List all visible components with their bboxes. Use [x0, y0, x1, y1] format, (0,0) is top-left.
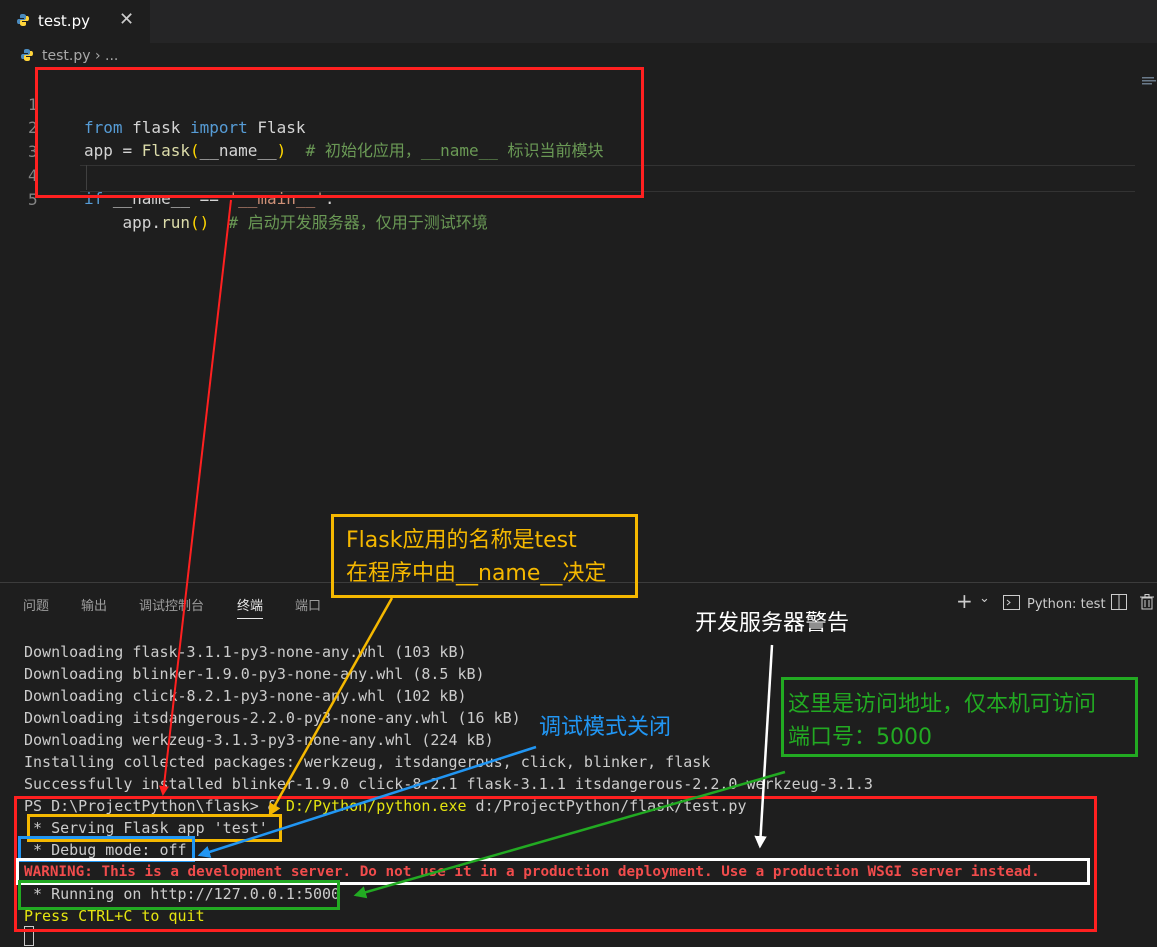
breadcrumb-file[interactable]: test.py — [42, 48, 91, 64]
tab-label: test.py — [38, 12, 90, 30]
breadcrumb: test.py › ... — [20, 48, 118, 68]
callout-text: 端口号：5000 — [788, 725, 932, 750]
terminal-line: Downloading blinker-1.9.0-py3-none-any.w… — [24, 665, 485, 683]
paren: () — [189, 213, 210, 232]
terminal-line: Downloading itsdangerous-2.2.0-py3-none-… — [24, 709, 521, 727]
tab-test-py[interactable]: test.py ✕ — [0, 0, 150, 43]
chevron-right-icon: › — [94, 48, 101, 64]
address-callout: 这里是访问地址，仅本机可访问 端口号：5000 — [781, 677, 1138, 757]
tab-problems[interactable]: 问题 — [23, 595, 49, 614]
dev-warning-callout: 开发服务器警告 — [695, 611, 850, 636]
terminal-line: Successfully installed blinker-1.9.0 cli… — [24, 775, 873, 793]
callout-text: 这里是访问地址，仅本机可访问 — [788, 692, 1097, 717]
python-icon — [21, 49, 33, 61]
add-terminal-icon[interactable]: + — [956, 589, 973, 613]
address-box — [18, 880, 340, 910]
callout-text: 在程序中由__name__决定 — [346, 561, 607, 586]
code-highlight-box — [35, 67, 644, 198]
terminal-line: Downloading flask-3.1.1-py3-none-any.whl… — [24, 643, 467, 661]
terminal-name[interactable]: Python: test — [1027, 597, 1106, 612]
terminal-icon — [1003, 595, 1020, 610]
terminal-line: Downloading werkzeug-3.1.3-py3-none-any.… — [24, 731, 494, 749]
identifier: app. — [84, 213, 162, 232]
tab-debug-console[interactable]: 调试控制台 — [139, 595, 204, 614]
terminal-line: Installing collected packages: werkzeug,… — [24, 753, 711, 771]
tab-ports[interactable]: 端口 — [295, 595, 321, 614]
tab-output[interactable]: 输出 — [81, 595, 107, 614]
editor-tab-bar: test.py ✕ — [0, 0, 1157, 43]
app-name-callout: Flask应用的名称是test 在程序中由__name__决定 — [331, 514, 638, 598]
function-name: run — [161, 213, 190, 232]
debug-off-callout: 调试模式关闭 — [539, 715, 672, 740]
callout-text: Flask应用的名称是test — [346, 528, 577, 553]
comment: # 启动开发服务器，仅用于测试环境 — [209, 213, 488, 232]
python-icon — [17, 14, 29, 26]
chevron-down-icon[interactable]: ⌄ — [979, 591, 990, 606]
close-icon[interactable]: ✕ — [119, 9, 134, 30]
split-terminal-icon[interactable] — [1111, 594, 1127, 610]
trash-icon[interactable] — [1140, 594, 1154, 610]
breadcrumb-more[interactable]: ... — [105, 48, 118, 64]
terminal-line: Downloading click-8.2.1-py3-none-any.whl… — [24, 687, 467, 705]
minimap[interactable] — [1142, 70, 1156, 85]
tab-terminal[interactable]: 终端 — [237, 595, 264, 619]
